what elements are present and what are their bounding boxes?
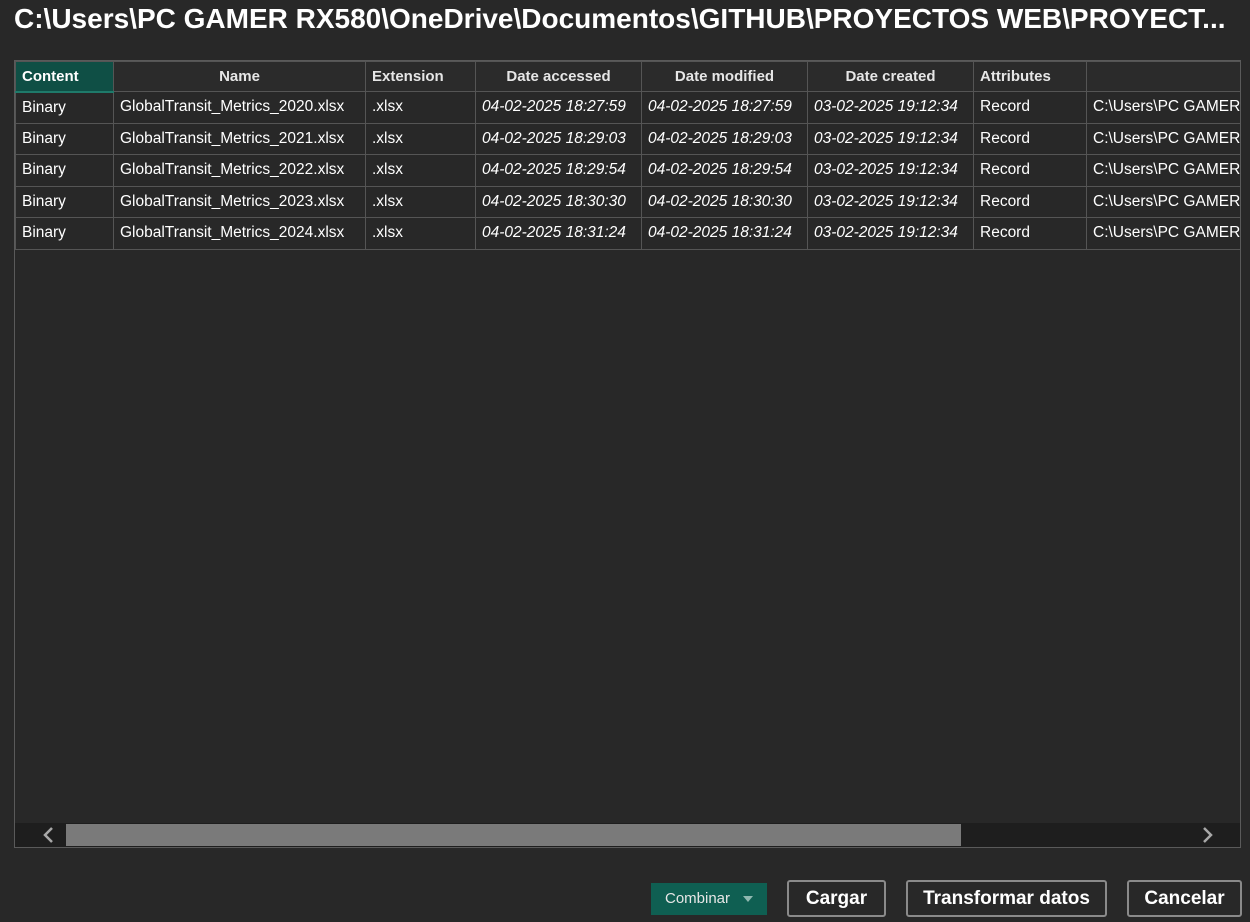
cell-date-modified[interactable]: 04-02-2025 18:29:54 (641, 154, 808, 187)
cell-date-created[interactable]: 03-02-2025 19:12:34 (807, 91, 974, 124)
table-row[interactable]: Binary GlobalTransit_Metrics_2022.xlsx .… (15, 154, 1240, 187)
cell-date-created[interactable]: 03-02-2025 19:12:34 (807, 122, 974, 155)
cancelar-button[interactable]: Cancelar (1127, 880, 1242, 917)
cell-date-accessed[interactable]: 04-02-2025 18:31:24 (475, 217, 642, 250)
dialog-title: C:\Users\PC GAMER RX580\OneDrive\Documen… (14, 3, 1226, 34)
cell-name[interactable]: GlobalTransit_Metrics_2021.xlsx (113, 122, 366, 155)
cell-content[interactable]: Binary (15, 185, 114, 218)
column-header-extension[interactable]: Extension (365, 61, 476, 92)
column-header-attributes[interactable]: Attributes (973, 61, 1087, 92)
combinar-label: Combinar (665, 890, 731, 907)
cell-date-modified[interactable]: 04-02-2025 18:30:30 (641, 185, 808, 218)
cell-date-created[interactable]: 03-02-2025 19:12:34 (807, 185, 974, 218)
table-header-row: Content Name Extension Date accessed Dat… (15, 61, 1240, 93)
cell-name[interactable]: GlobalTransit_Metrics_2023.xlsx (113, 185, 366, 218)
cell-folder-path[interactable]: C:\Users\PC GAMER (1086, 217, 1240, 250)
cell-date-modified[interactable]: 04-02-2025 18:27:59 (641, 91, 808, 124)
cell-date-accessed[interactable]: 04-02-2025 18:27:59 (475, 91, 642, 124)
cell-extension[interactable]: .xlsx (365, 217, 476, 250)
cell-date-modified[interactable]: 04-02-2025 18:29:03 (641, 122, 808, 155)
cell-content[interactable]: Binary (15, 122, 114, 155)
cell-name[interactable]: GlobalTransit_Metrics_2020.xlsx (113, 91, 366, 124)
table-row[interactable]: Binary GlobalTransit_Metrics_2021.xlsx .… (15, 122, 1240, 155)
data-preview-grid: Content Name Extension Date accessed Dat… (14, 60, 1241, 848)
table-row[interactable]: Binary GlobalTransit_Metrics_2023.xlsx .… (15, 185, 1240, 218)
table-row[interactable]: Binary GlobalTransit_Metrics_2020.xlsx .… (15, 91, 1240, 124)
transformar-datos-button[interactable]: Transformar datos (906, 880, 1107, 917)
cell-attributes[interactable]: Record (973, 154, 1087, 187)
column-header-date-created[interactable]: Date created (807, 61, 974, 92)
cell-date-accessed[interactable]: 04-02-2025 18:30:30 (475, 185, 642, 218)
column-header-date-accessed[interactable]: Date accessed (475, 61, 642, 92)
cell-date-created[interactable]: 03-02-2025 19:12:34 (807, 154, 974, 187)
files-table: Content Name Extension Date accessed Dat… (15, 61, 1240, 250)
cell-attributes[interactable]: Record (973, 122, 1087, 155)
cell-attributes[interactable]: Record (973, 91, 1087, 124)
cell-attributes[interactable]: Record (973, 185, 1087, 218)
column-header-name[interactable]: Name (113, 61, 366, 92)
cell-content[interactable]: Binary (15, 91, 114, 124)
table-row[interactable]: Binary GlobalTransit_Metrics_2024.xlsx .… (15, 217, 1240, 250)
cell-folder-path[interactable]: C:\Users\PC GAMER (1086, 91, 1240, 124)
cell-name[interactable]: GlobalTransit_Metrics_2022.xlsx (113, 154, 366, 187)
cell-extension[interactable]: .xlsx (365, 154, 476, 187)
column-header-folder-path[interactable] (1086, 61, 1240, 92)
column-header-date-modified[interactable]: Date modified (641, 61, 808, 92)
cell-date-created[interactable]: 03-02-2025 19:12:34 (807, 217, 974, 250)
cell-date-modified[interactable]: 04-02-2025 18:31:24 (641, 217, 808, 250)
cell-extension[interactable]: .xlsx (365, 122, 476, 155)
cell-date-accessed[interactable]: 04-02-2025 18:29:03 (475, 122, 642, 155)
column-header-content[interactable]: Content (15, 61, 114, 93)
cell-extension[interactable]: .xlsx (365, 91, 476, 124)
cell-date-accessed[interactable]: 04-02-2025 18:29:54 (475, 154, 642, 187)
cell-content[interactable]: Binary (15, 217, 114, 250)
cargar-button[interactable]: Cargar (787, 880, 886, 917)
cell-folder-path[interactable]: C:\Users\PC GAMER (1086, 122, 1240, 155)
cell-name[interactable]: GlobalTransit_Metrics_2024.xlsx (113, 217, 366, 250)
horizontal-scrollbar[interactable] (15, 823, 1240, 847)
caret-down-icon (743, 896, 753, 902)
cell-folder-path[interactable]: C:\Users\PC GAMER (1086, 154, 1240, 187)
scrollbar-thumb[interactable] (66, 824, 961, 846)
chevron-left-icon[interactable] (33, 823, 63, 847)
cell-content[interactable]: Binary (15, 154, 114, 187)
file-preview-dialog: C:\Users\PC GAMER RX580\OneDrive\Documen… (0, 0, 1250, 922)
chevron-right-icon[interactable] (1193, 823, 1223, 847)
cell-extension[interactable]: .xlsx (365, 185, 476, 218)
cell-folder-path[interactable]: C:\Users\PC GAMER (1086, 185, 1240, 218)
combinar-dropdown-button[interactable]: Combinar (651, 883, 767, 915)
cell-attributes[interactable]: Record (973, 217, 1087, 250)
